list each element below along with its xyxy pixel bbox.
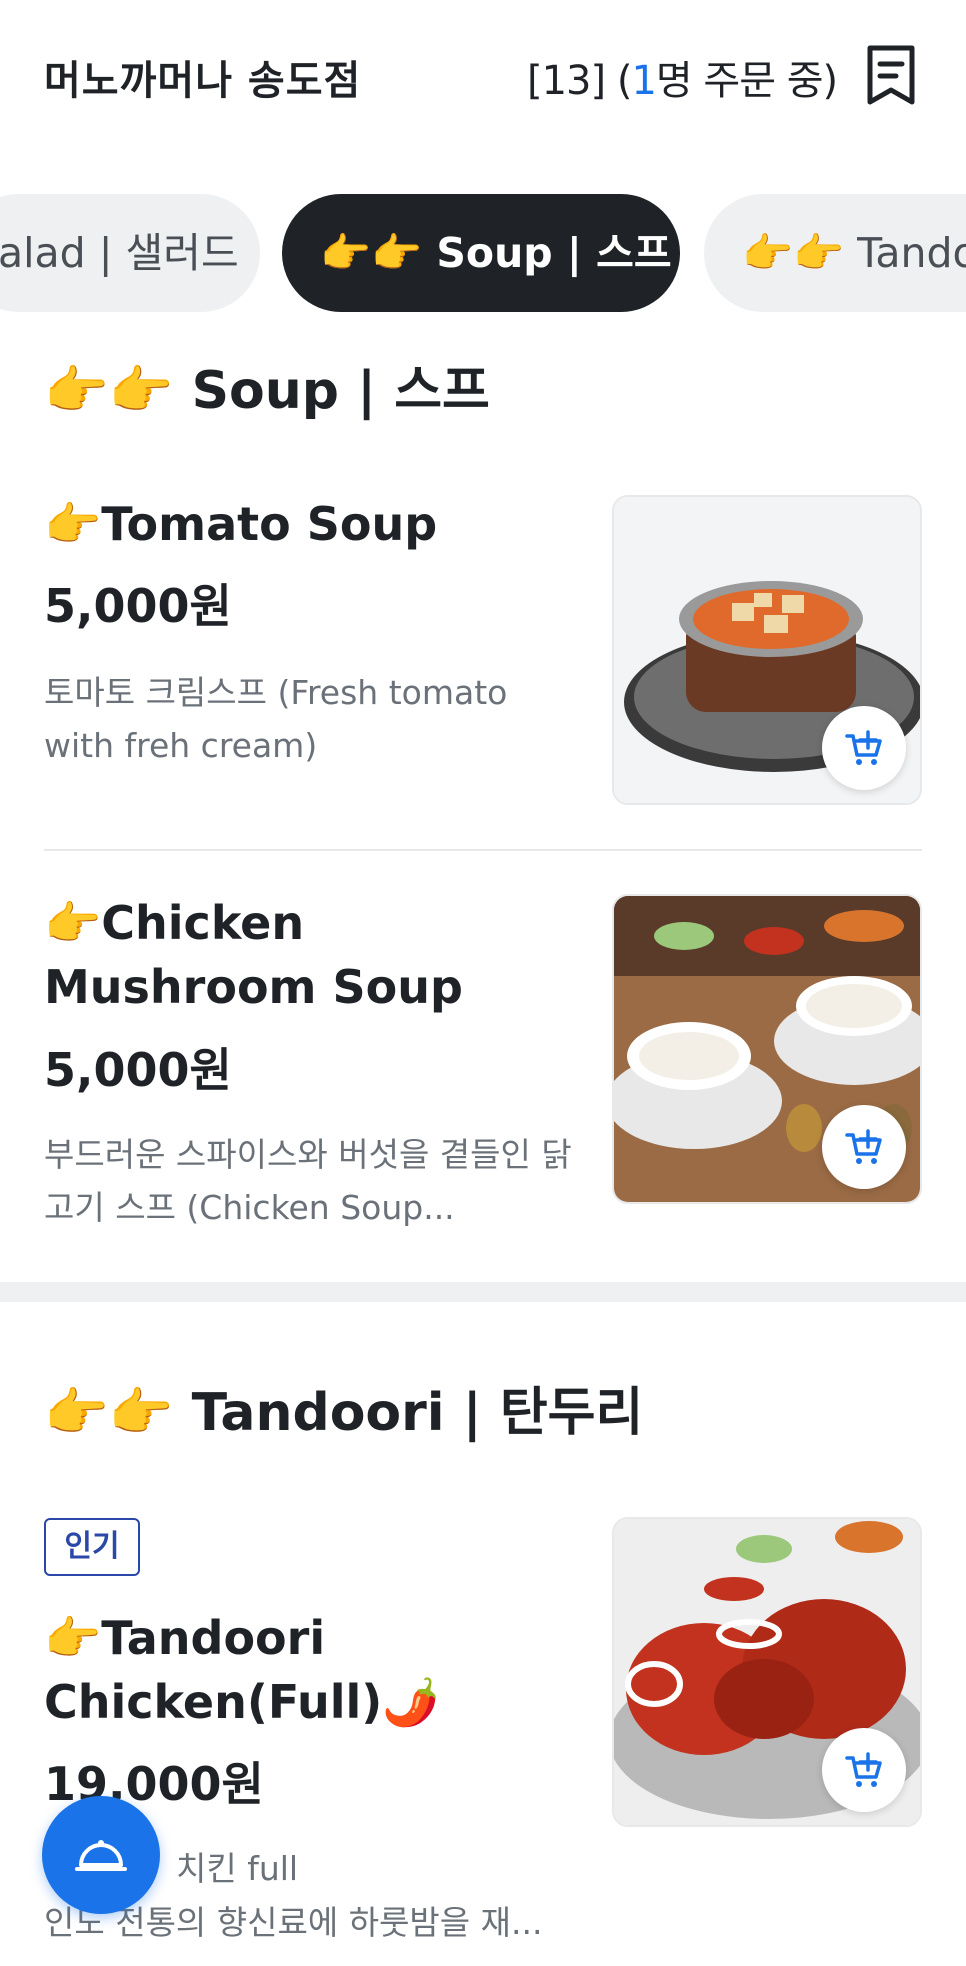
item-desc-chicken-mushroom-soup: 부드러운 스파이스와 버섯을 곁들인 닭고기 스프 (Chicken Soup.… (44, 1135, 572, 1227)
item-name-tandoori-chicken-full[interactable]: 👉Tandoori Chicken(Full)🌶️ (44, 1606, 564, 1734)
add-to-cart-button[interactable] (822, 706, 906, 790)
add-to-cart-button[interactable] (822, 1105, 906, 1189)
item-name-tomato-soup[interactable]: 👉Tomato Soup (44, 492, 564, 556)
tab-soup[interactable]: 👉👉 Soup | 스프 (282, 194, 680, 312)
category-tabs: alad | 샐러드 👉👉 Soup | 스프 👉👉 Tandoo (0, 194, 966, 312)
section-title-soup: 👉👉 Soup | 스프 (44, 361, 490, 421)
bell-cloche-icon (75, 1840, 127, 1871)
item-name-chicken-mushroom-soup[interactable]: 👉Chicken Mushroom Soup (44, 891, 564, 1019)
order-status-suffix: 명 주문 중) (655, 58, 838, 104)
tab-tandoori[interactable]: 👉👉 Tandoo (704, 194, 966, 312)
order-count: 1 (631, 58, 656, 104)
order-status: [13] (1명 주문 중) (527, 48, 838, 106)
receipt-icon[interactable] (862, 44, 920, 106)
item-desc-line1: 치킨 full (176, 1849, 299, 1888)
section-title-tandoori: 👉👉 Tandoori | 탄두리 (44, 1383, 644, 1443)
store-name: 머노까머나 송도점 (44, 58, 362, 104)
item-desc-tomato-soup: 토마토 크림스프 (Fresh tomato with freh cream) (44, 673, 508, 765)
item-price-chicken-mushroom-soup: 5,000원 (44, 1043, 232, 1097)
tab-salad[interactable]: alad | 샐러드 (0, 194, 260, 312)
item-price-tomato-soup: 5,000원 (44, 579, 232, 633)
menu-page: 머노까머나 송도점 [13] (1명 주문 중) alad | 샐러드 👉👉 S… (0, 0, 966, 1966)
order-status-prefix: [13] ( (527, 58, 632, 104)
cart-plus-icon (845, 1129, 882, 1164)
popular-badge: 인기 (44, 1518, 140, 1576)
cart-plus-icon (845, 1752, 882, 1787)
divider (44, 849, 922, 851)
section-separator (0, 1282, 966, 1302)
add-to-cart-button[interactable] (822, 1728, 906, 1812)
call-staff-button[interactable] (42, 1796, 160, 1914)
cart-plus-icon (845, 730, 882, 765)
header: 머노까머나 송도점 [13] (1명 주문 중) (0, 0, 966, 150)
